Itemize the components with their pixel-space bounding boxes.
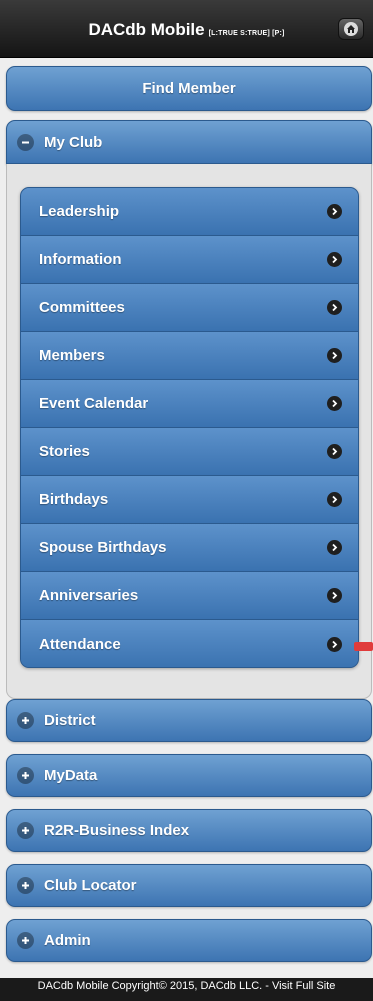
menu-item-birthdays[interactable]: Birthdays <box>21 476 358 524</box>
menu-item-label: Spouse Birthdays <box>39 539 167 556</box>
menu-item-label: Committees <box>39 299 125 316</box>
club-locator-label: Club Locator <box>44 877 137 894</box>
plus-icon <box>17 932 34 949</box>
menu-item-label: Birthdays <box>39 491 109 508</box>
mydata-label: MyData <box>44 767 98 784</box>
app-header: DACdb Mobile [L:TRUE S:TRUE] [P:] <box>0 0 373 58</box>
arrow-right-icon <box>327 300 342 315</box>
menu-item-label: Anniversaries <box>39 587 139 604</box>
r2r-business-index-collapsible-header[interactable]: R2R-Business Index <box>6 809 372 852</box>
arrow-right-icon <box>327 588 342 603</box>
login-status-tag: [L:TRUE S:TRUE] [P:] <box>208 30 285 37</box>
r2r-business-index-label: R2R-Business Index <box>44 822 190 839</box>
mydata-collapsible-header[interactable]: MyData <box>6 754 372 797</box>
district-collapsible-header[interactable]: District <box>6 699 372 742</box>
menu-item-label: Members <box>39 347 105 364</box>
menu-item-label: Leadership <box>39 203 120 220</box>
arrow-right-icon <box>327 444 342 459</box>
menu-item-attendance[interactable]: Attendance <box>21 620 358 667</box>
menu-item-anniversaries[interactable]: Anniversaries <box>21 572 358 620</box>
my-club-menu-list: Leadership Information Committees Member… <box>20 187 359 668</box>
highlight-marker <box>354 642 373 651</box>
plus-icon <box>17 877 34 894</box>
arrow-right-icon <box>327 204 342 219</box>
menu-item-members[interactable]: Members <box>21 332 358 380</box>
my-club-collapsible-header[interactable]: My Club <box>6 120 372 164</box>
arrow-right-icon <box>327 396 342 411</box>
arrow-right-icon <box>327 348 342 363</box>
arrow-right-icon <box>327 492 342 507</box>
arrow-right-icon <box>327 540 342 555</box>
menu-item-leadership[interactable]: Leadership <box>21 188 358 236</box>
menu-item-stories[interactable]: Stories <box>21 428 358 476</box>
district-label: District <box>44 712 96 729</box>
plus-icon <box>17 767 34 784</box>
footer: DACdb Mobile Copyright© 2015, DACdb LLC.… <box>0 978 373 1001</box>
menu-item-label: Attendance <box>39 635 121 653</box>
footer-copyright-text: DACdb Mobile Copyright© 2015, DACdb LLC.… <box>37 980 336 992</box>
arrow-right-icon <box>327 636 342 652</box>
menu-item-label: Stories <box>39 443 90 460</box>
admin-label: Admin <box>44 932 91 949</box>
app-title: DACdb Mobile [L:TRUE S:TRUE] [P:] <box>0 20 373 44</box>
app-title-text: DACdb Mobile <box>88 20 205 39</box>
menu-item-information[interactable]: Information <box>21 236 358 284</box>
club-locator-collapsible-header[interactable]: Club Locator <box>6 864 372 907</box>
admin-collapsible-header[interactable]: Admin <box>6 919 372 962</box>
home-button[interactable] <box>338 18 364 40</box>
menu-item-event-calendar[interactable]: Event Calendar <box>21 380 358 428</box>
menu-item-committees[interactable]: Committees <box>21 284 358 332</box>
my-club-label: My Club <box>44 133 103 151</box>
home-icon <box>344 22 358 36</box>
menu-item-label: Event Calendar <box>39 395 149 412</box>
plus-icon <box>17 822 34 839</box>
minus-icon <box>17 133 34 151</box>
find-member-button[interactable]: Find Member <box>6 66 372 111</box>
menu-item-label: Information <box>39 251 122 268</box>
plus-icon <box>17 712 34 729</box>
menu-item-spouse-birthdays[interactable]: Spouse Birthdays <box>21 524 358 572</box>
arrow-right-icon <box>327 252 342 267</box>
